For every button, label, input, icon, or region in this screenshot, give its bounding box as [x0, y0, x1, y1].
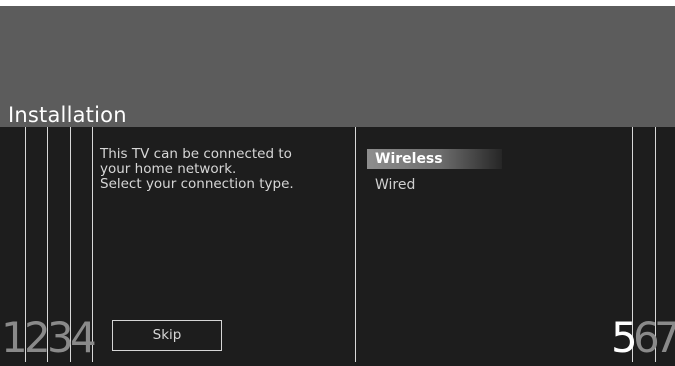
main-panel: This TV can be connected to your home ne…	[0, 127, 675, 366]
description-line: your home network.	[100, 161, 237, 177]
description-line: Select your connection type.	[100, 176, 294, 192]
connection-description: This TV can be connected to your home ne…	[100, 147, 340, 192]
option-wireless[interactable]: Wireless	[367, 149, 502, 169]
panel-divider	[355, 127, 356, 362]
guide-number-7: 7	[654, 313, 675, 362]
guide-number-4: 4	[70, 313, 97, 362]
page-title: Installation	[8, 103, 127, 127]
guide-number-2: 2	[24, 313, 51, 362]
skip-button[interactable]: Skip	[112, 320, 222, 351]
guide-number-6: 6	[633, 313, 660, 362]
guide-number-1: 1	[1, 313, 28, 362]
option-wired[interactable]: Wired	[367, 175, 502, 195]
guide-number-5: 5	[611, 313, 638, 362]
guide-number-3: 3	[47, 313, 74, 362]
installation-screen: Installation This TV can be connected to…	[0, 0, 675, 366]
header-bar: Installation	[0, 6, 675, 127]
description-line: This TV can be connected to	[100, 146, 292, 162]
